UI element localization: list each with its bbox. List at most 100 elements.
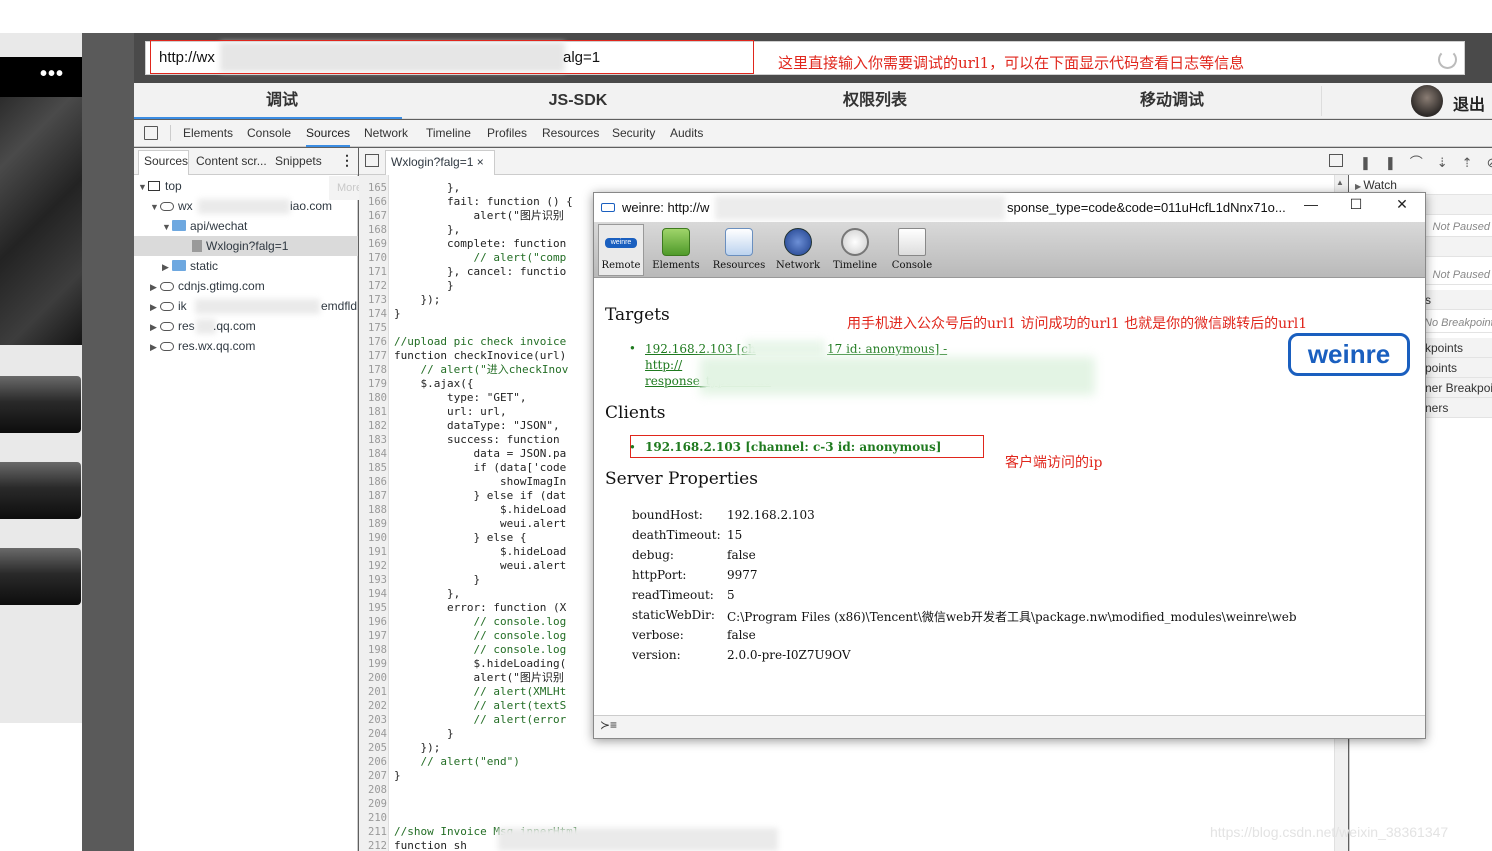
line-number[interactable]: 180: [359, 391, 387, 405]
target-url[interactable]: http://: [645, 358, 682, 372]
line-number[interactable]: 208: [359, 783, 387, 797]
line-number[interactable]: 202: [359, 699, 387, 713]
line-number[interactable]: 207: [359, 769, 387, 783]
tab-js-sdk[interactable]: JS-SDK: [430, 83, 726, 119]
tool-network[interactable]: Network: [768, 224, 828, 276]
line-number[interactable]: 187: [359, 489, 387, 503]
line-number[interactable]: 175: [359, 321, 387, 335]
line-number[interactable]: 206: [359, 755, 387, 769]
line-number[interactable]: 197: [359, 629, 387, 643]
tool-timeline[interactable]: Timeline: [825, 224, 885, 276]
line-number[interactable]: 200: [359, 671, 387, 685]
line-number[interactable]: 182: [359, 419, 387, 433]
client-link[interactable]: 192.168.2.103 [channel: c-3 id: anonymou…: [645, 440, 941, 454]
toggle-debugger-icon[interactable]: [1329, 154, 1343, 167]
tab-security[interactable]: Security: [612, 120, 655, 147]
tree-folder-wechat[interactable]: ▼ api/wechat: [162, 216, 247, 236]
console-drawer[interactable]: [594, 715, 1425, 738]
tree-host-2[interactable]: ▶ cdnjs.gtimg.com: [150, 276, 265, 296]
phone-menu-button[interactable]: •••: [0, 57, 82, 97]
line-number[interactable]: 165: [359, 181, 387, 195]
subtab-sources[interactable]: Sources: [144, 148, 188, 175]
tree-top[interactable]: ▼ top: [138, 176, 182, 196]
subtab-content-scripts[interactable]: Content scr...: [196, 148, 267, 175]
tab-network[interactable]: Network: [364, 120, 408, 147]
tree-host-4[interactable]: ▶ res: [150, 316, 195, 336]
avatar[interactable]: [1411, 85, 1443, 117]
line-number[interactable]: 203: [359, 713, 387, 727]
tool-elements[interactable]: Elements: [646, 224, 706, 276]
line-number[interactable]: 171: [359, 265, 387, 279]
tab-profiles[interactable]: Profiles: [487, 120, 527, 147]
inspect-icon[interactable]: [144, 126, 158, 140]
tab-timeline[interactable]: Timeline: [426, 120, 471, 147]
debugger-controls[interactable]: ❚❚⌒⇣⇡⊘: [1360, 152, 1492, 171]
line-number[interactable]: 210: [359, 811, 387, 825]
target-link-tail[interactable]: 17 id: anonymous] -: [827, 342, 947, 356]
line-number[interactable]: 176: [359, 335, 387, 349]
line-number[interactable]: 205: [359, 741, 387, 755]
target-link[interactable]: 192.168.2.103 [ch: [645, 342, 756, 356]
subtab-snippets[interactable]: Snippets: [275, 148, 322, 175]
line-number[interactable]: 183: [359, 433, 387, 447]
line-number[interactable]: 184: [359, 447, 387, 461]
line-number[interactable]: 185: [359, 461, 387, 475]
tool-remote[interactable]: weinre Remote: [591, 224, 651, 276]
line-number[interactable]: 193: [359, 573, 387, 587]
line-number[interactable]: 169: [359, 237, 387, 251]
line-number[interactable]: 179: [359, 377, 387, 391]
tab-audits[interactable]: Audits: [670, 120, 703, 147]
line-number[interactable]: 194: [359, 587, 387, 601]
line-number[interactable]: 188: [359, 503, 387, 517]
console-toggle-icon[interactable]: ≻≡: [600, 718, 617, 732]
line-number[interactable]: 186: [359, 475, 387, 489]
line-number[interactable]: 195: [359, 601, 387, 615]
line-number[interactable]: 190: [359, 531, 387, 545]
line-number[interactable]: 204: [359, 727, 387, 741]
editor-file-tab[interactable]: Wxlogin?falg=1 ×: [385, 150, 495, 175]
tab-console[interactable]: Console: [247, 120, 291, 147]
line-number[interactable]: 178: [359, 363, 387, 377]
line-number[interactable]: 209: [359, 797, 387, 811]
line-number[interactable]: 170: [359, 251, 387, 265]
line-number[interactable]: 191: [359, 545, 387, 559]
logout-button[interactable]: 退出: [1453, 91, 1485, 115]
line-number[interactable]: 167: [359, 209, 387, 223]
toggle-navigator-icon[interactable]: [365, 154, 379, 167]
tree-host-5[interactable]: ▶ res.wx.qq.com: [150, 336, 255, 356]
tool-resources[interactable]: Resources: [709, 224, 769, 276]
tab-elements[interactable]: Elements: [183, 120, 233, 147]
tab-permissions[interactable]: 权限列表: [726, 83, 1024, 119]
line-number[interactable]: 198: [359, 643, 387, 657]
scroll-up-icon[interactable]: ▲: [1336, 178, 1344, 187]
line-number[interactable]: 173: [359, 293, 387, 307]
maximize-button[interactable]: ☐: [1341, 196, 1371, 213]
line-number[interactable]: 177: [359, 349, 387, 363]
tree-host-3[interactable]: ▶ ik: [150, 296, 187, 316]
line-number[interactable]: 199: [359, 657, 387, 671]
line-number[interactable]: 174: [359, 307, 387, 321]
window-close-button[interactable]: ✕: [1387, 196, 1417, 213]
tab-sources[interactable]: Sources: [306, 120, 351, 147]
line-number[interactable]: 211: [359, 825, 387, 839]
tree-folder-static[interactable]: ▶ static: [162, 256, 218, 276]
minimize-button[interactable]: —: [1296, 196, 1326, 212]
line-number[interactable]: 212: [359, 839, 387, 851]
line-number[interactable]: 166: [359, 195, 387, 209]
line-number[interactable]: 181: [359, 405, 387, 419]
tab-resources[interactable]: Resources: [542, 120, 599, 147]
close-icon[interactable]: ×: [477, 155, 484, 169]
refresh-icon[interactable]: [1438, 50, 1457, 69]
tool-console[interactable]: Console: [882, 224, 942, 276]
tree-host-1[interactable]: ▼ wx: [150, 196, 193, 216]
tab-mobile-debug[interactable]: 移动调试: [1024, 83, 1320, 119]
tab-debug[interactable]: 调试: [134, 83, 430, 119]
line-number[interactable]: 189: [359, 517, 387, 531]
line-number[interactable]: 201: [359, 685, 387, 699]
line-number[interactable]: 192: [359, 559, 387, 573]
line-number[interactable]: 168: [359, 223, 387, 237]
line-number[interactable]: 172: [359, 279, 387, 293]
more-options-icon[interactable]: ⋮: [340, 152, 354, 169]
tree-file-wxlogin[interactable]: Wxlogin?falg=1: [182, 236, 288, 256]
line-number[interactable]: 196: [359, 615, 387, 629]
